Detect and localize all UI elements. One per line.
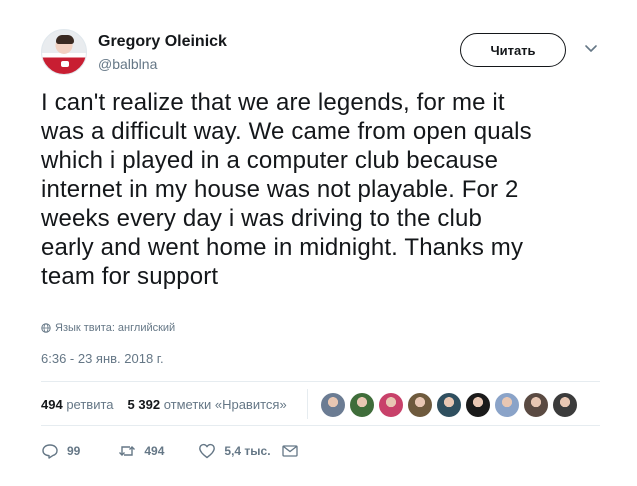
retweet-action[interactable]: 494 [118, 442, 164, 460]
reply-action[interactable]: 99 [41, 442, 80, 460]
tweet-text: I can't realize that we are legends, for… [41, 88, 616, 291]
tweet-card: Gregory Oleinick @balblna Читать I can't… [0, 0, 637, 486]
divider-bottom [41, 425, 600, 426]
tweet-line: internet in my house was not playable. F… [41, 176, 519, 203]
heart-icon [199, 443, 216, 459]
liker-avatar[interactable] [378, 392, 404, 418]
liker-avatar[interactable] [436, 392, 462, 418]
reply-icon [42, 444, 58, 459]
avatar[interactable] [41, 29, 87, 75]
follow-button[interactable]: Читать [460, 33, 566, 67]
likers-avatars [320, 392, 578, 418]
liker-avatar[interactable] [494, 392, 520, 418]
avatar-shirt-logo [61, 61, 69, 67]
tweet-line: I can't realize that we are legends, for… [41, 89, 505, 116]
language-note-text[interactable]: Язык твита: английский [55, 322, 175, 334]
liker-avatar[interactable] [320, 392, 346, 418]
globe-icon [41, 323, 51, 333]
retweets-count: 494 [41, 397, 63, 412]
likes-count: 5 392 [127, 397, 161, 412]
liker-avatar[interactable] [349, 392, 375, 418]
reply-count: 99 [67, 444, 81, 458]
user-name[interactable]: Gregory Oleinick [98, 33, 227, 51]
tweet-line: which i played in a computer club becaus… [41, 147, 499, 174]
direct-message-action[interactable] [281, 442, 299, 460]
tweet-line: weeks every day i was driving to the clu… [41, 205, 483, 232]
envelope-icon [281, 445, 298, 457]
tweet-line: was a difficult way. We came from open q… [41, 118, 532, 145]
likes-label: отметки «Нравится» [163, 397, 287, 412]
retweet-icon [119, 446, 136, 456]
liker-avatar[interactable] [552, 392, 578, 418]
tweet-stats: 494 ретвита 5 392 отметки «Нравится» [41, 389, 308, 419]
tweet-line: team for support [41, 263, 219, 290]
retweets-stat[interactable]: 494 ретвита [41, 397, 114, 412]
like-action[interactable]: 5,4 тыс. [198, 442, 271, 460]
divider-top [41, 381, 600, 382]
tweet-actions: 99 494 5,4 тыс. [41, 442, 299, 460]
user-handle[interactable]: @balblna [98, 56, 157, 72]
retweet-count: 494 [144, 444, 165, 458]
tweet-timestamp[interactable]: 6:36 - 23 янв. 2018 г. [41, 351, 164, 366]
language-note: Язык твита: английский [41, 322, 175, 334]
chevron-down-icon[interactable] [583, 40, 599, 56]
like-count: 5,4 тыс. [224, 444, 271, 458]
liker-avatar[interactable] [407, 392, 433, 418]
stats-separator [307, 389, 308, 419]
likes-stat[interactable]: 5 392 отметки «Нравится» [128, 397, 287, 412]
avatar-hair [56, 35, 74, 44]
retweets-label: ретвита [66, 397, 114, 412]
tweet-line: early and went home in midnight. Thanks … [41, 234, 524, 261]
liker-avatar[interactable] [523, 392, 549, 418]
liker-avatar[interactable] [465, 392, 491, 418]
